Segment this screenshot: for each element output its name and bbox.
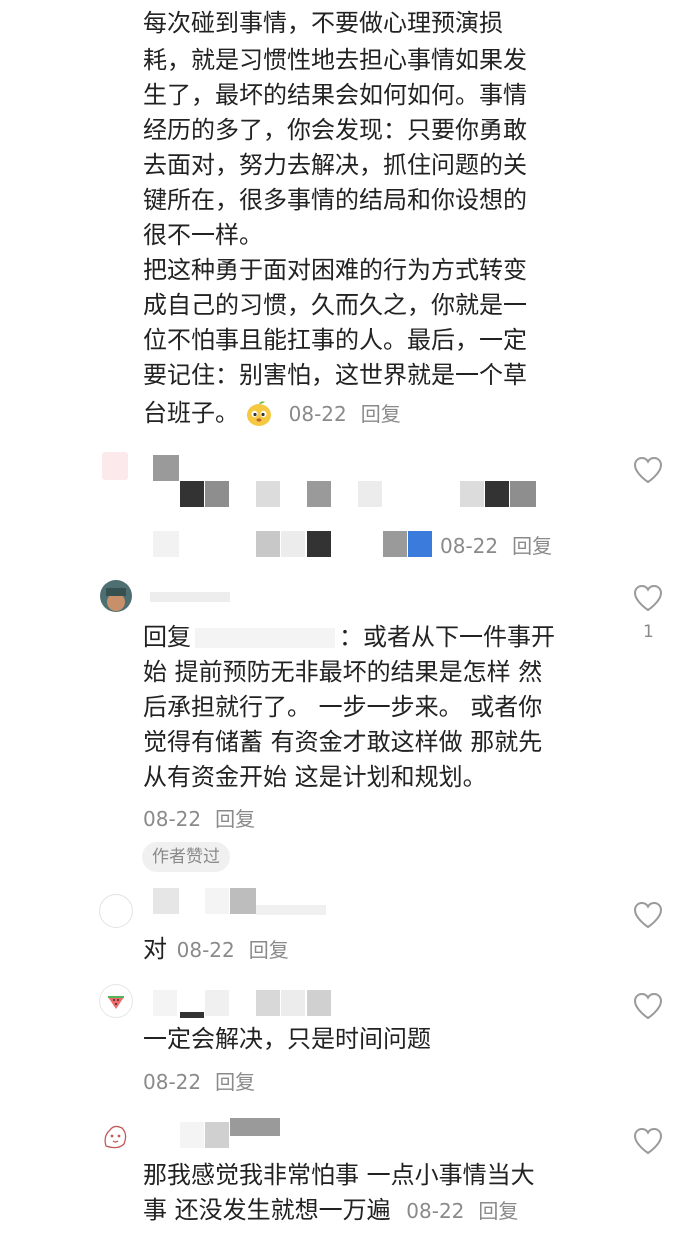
heart-icon[interactable] — [632, 455, 664, 485]
comment-text-line: ：或者从下一件事开 — [339, 623, 555, 651]
redacted-mention — [195, 628, 335, 648]
redacted-text — [510, 481, 536, 507]
redacted-username — [281, 990, 305, 1016]
comment-date: 08-22 — [406, 1199, 465, 1223]
comment-body: 对 08-22 回复 — [143, 932, 303, 968]
watermelon-avatar-icon — [108, 996, 124, 1009]
redacted-text — [307, 531, 331, 557]
comment-text-line: 把这种勇于面对困难的行为方式转变 — [143, 256, 527, 284]
redacted-username — [256, 905, 326, 915]
comment-text-line: 键所在，很多事情的结局和你设想的 — [143, 186, 527, 214]
comment-text-line: 事 还没发生就想一万遍 — [143, 1196, 391, 1224]
redacted-username — [153, 990, 177, 1016]
reply-button[interactable]: 回复 — [361, 402, 401, 426]
comment-date: 08-22 — [440, 534, 499, 558]
cartoon-avatar-icon — [104, 1125, 127, 1149]
redacted-username — [180, 1012, 204, 1018]
redacted-username — [256, 990, 280, 1016]
redacted-username — [153, 888, 179, 914]
comment-date: 08-22 — [288, 402, 347, 426]
reply-button[interactable]: 回复 — [512, 534, 552, 558]
heart-icon[interactable] — [632, 991, 664, 1021]
comment-text-line: 去面对，努力去解决，抓住问题的关 — [143, 151, 527, 179]
reply-prefix: 回复 — [143, 623, 191, 651]
comment-date: 08-22 — [143, 807, 202, 831]
comment-text-line: 从有资金开始 这是计划和规划。 — [143, 763, 487, 791]
comment-text-line: 那我感觉我非常怕事 一点小事情当大 — [143, 1161, 535, 1189]
comment-text-line: 位不怕事且能扛事的人。最后，一定 — [143, 326, 527, 354]
avatar[interactable] — [100, 580, 132, 612]
like-count: 1 — [643, 622, 654, 642]
redacted-text — [180, 481, 204, 507]
comment-meta: 08-22 回复 — [143, 803, 269, 832]
redacted-text — [256, 481, 280, 507]
reply-button[interactable]: 回复 — [215, 1070, 255, 1094]
comment-body: 事 还没发生就想一万遍 08-22 回复 — [143, 1193, 532, 1229]
redacted-text — [205, 481, 229, 507]
redacted-username — [230, 1118, 280, 1136]
redacted-text — [307, 481, 331, 507]
heart-icon[interactable] — [632, 900, 664, 930]
redacted-text — [153, 531, 179, 557]
comment-text-line: 对 — [143, 935, 167, 963]
comment-date: 08-22 — [176, 938, 235, 962]
avatar[interactable] — [102, 452, 128, 480]
comment-text-line: 后承担就行了。 一步一步来。 或者你 — [143, 693, 543, 721]
heart-icon[interactable] — [632, 583, 664, 613]
author-liked-badge: 作者赞过 — [142, 842, 230, 872]
comment-last-line: 台班子。 08-22 回复 — [143, 396, 415, 432]
redacted-username — [205, 888, 229, 914]
reply-button[interactable]: 回复 — [215, 807, 255, 831]
redacted-username — [205, 1122, 229, 1148]
avatar[interactable] — [99, 894, 133, 928]
comment-text-line: 一定会解决，只是时间问题 — [143, 1025, 431, 1053]
mango-face-emoji-icon — [247, 401, 271, 426]
redacted-text — [358, 481, 382, 507]
redacted-text — [281, 531, 305, 557]
comment-text-line: 经历的多了，你会发现：只要你勇敢 — [143, 116, 527, 144]
comment-meta: 08-22 回复 — [440, 530, 566, 559]
comment-first-line: 回复 ：或者从下一件事开 — [143, 620, 555, 655]
redacted-username — [180, 1122, 204, 1148]
redacted-text — [485, 481, 509, 507]
redacted-username — [153, 455, 179, 481]
comment-text-line: 耗，就是习惯性地去担心事情如果发 — [143, 46, 527, 74]
comment-date: 08-22 — [143, 1070, 202, 1094]
redacted-text — [256, 531, 280, 557]
redacted-username — [205, 990, 229, 1016]
redacted-username — [307, 990, 331, 1016]
redacted-username — [230, 888, 256, 914]
redacted-username — [150, 592, 230, 602]
comment-text-line: 始 提前预防无非最坏的结果是怎样 然 — [143, 658, 543, 686]
heart-icon[interactable] — [632, 1126, 664, 1156]
avatar[interactable] — [99, 984, 133, 1018]
comment-meta: 08-22 回复 — [143, 1066, 269, 1095]
comment-text-line: 要记住：别害怕，这世界就是一个草 — [143, 361, 527, 389]
redacted-text — [408, 531, 432, 557]
redacted-text — [383, 531, 407, 557]
comment-text-line: 生了，最坏的结果会如何如何。事情 — [143, 81, 527, 109]
comment-text-line: 每次碰到事情，不要做心理预演损 — [143, 9, 503, 37]
avatar-icon — [100, 580, 132, 612]
reply-button[interactable]: 回复 — [478, 1199, 518, 1223]
comment-text-line: 成自己的习惯，久而久之，你就是一 — [143, 291, 527, 319]
comment-text-line: 台班子。 — [143, 399, 239, 427]
comment-text-line: 觉得有储蓄 有资金才敢这样做 那就先 — [143, 728, 543, 756]
comment-text-line: 很不一样。 — [143, 221, 263, 249]
reply-button[interactable]: 回复 — [249, 938, 289, 962]
redacted-text — [460, 481, 484, 507]
avatar[interactable] — [100, 1120, 130, 1152]
